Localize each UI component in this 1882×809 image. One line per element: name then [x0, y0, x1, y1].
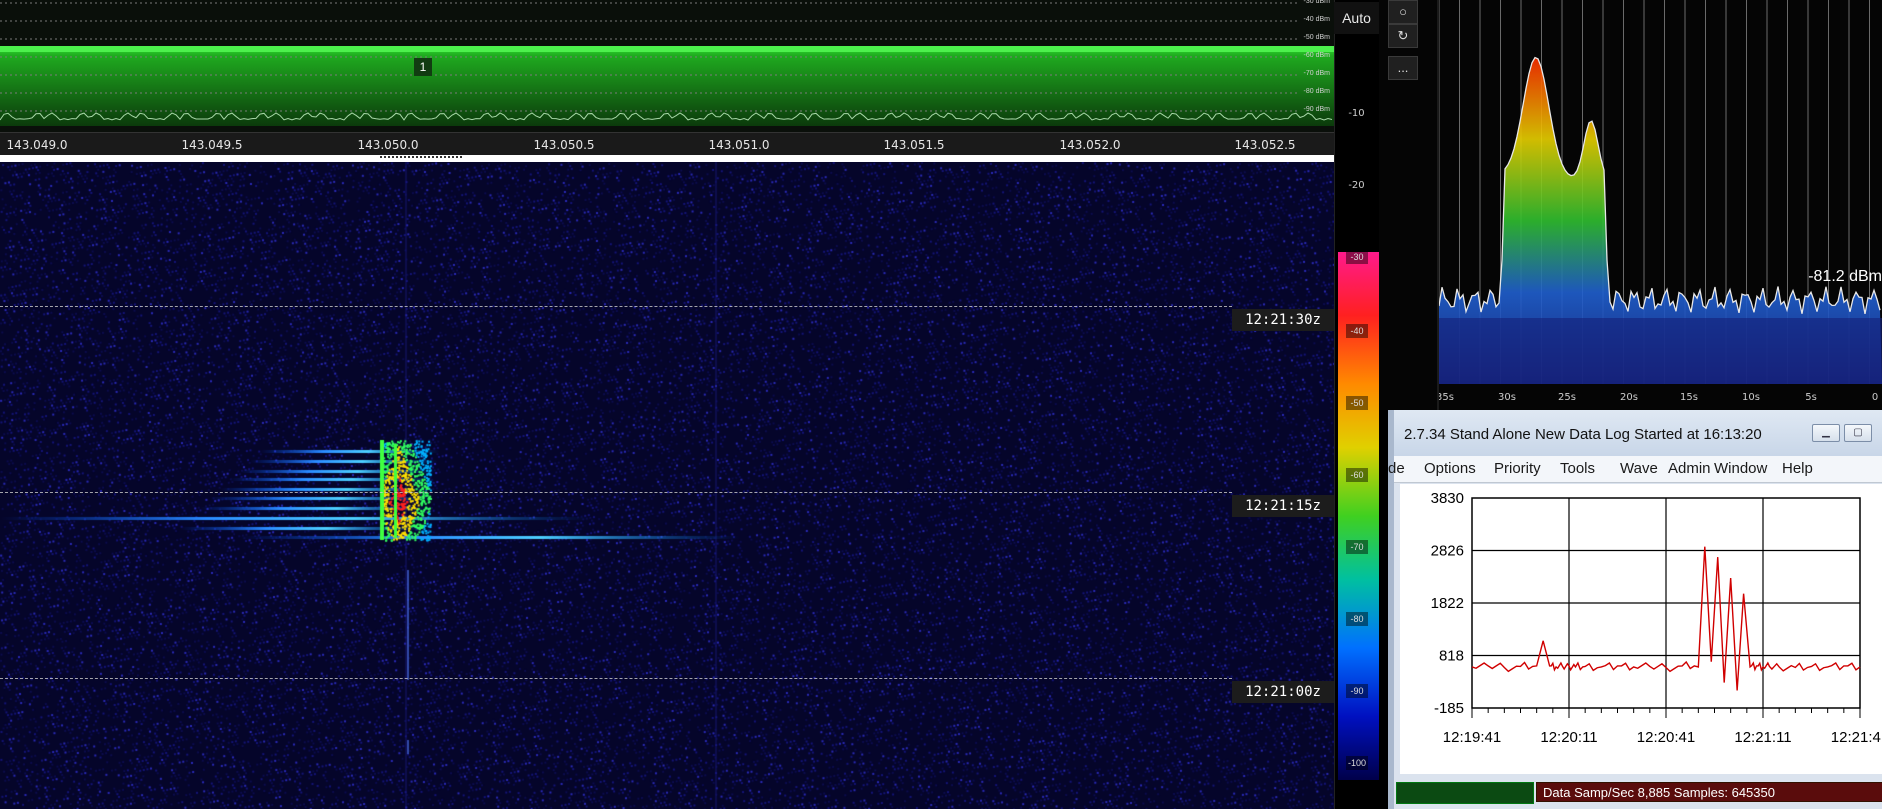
dbm-label: -30 dBm — [1303, 0, 1330, 5]
logger-chart-svg: 3830 2826 1822 818 -185 12:19:41 12:20:11 12:20… — [1431, 490, 1882, 746]
minimize-button[interactable]: ▁ — [1812, 424, 1840, 442]
scale-tick-label: -40 — [1346, 324, 1368, 338]
status-samples: Data Samp/Sec 8,885 Samples: 645350 — [1536, 782, 1882, 802]
scope-x-tick: 30s — [1498, 392, 1516, 403]
scale-tick-label: -10 — [1348, 108, 1365, 119]
frequency-axis: 143.049.0 143.049.5 143.050.0 143.050.5 143.… — [0, 132, 1334, 155]
dbm-label: -70 dBm — [1303, 70, 1330, 77]
logger-menubar: de Options Priority Tools Wave Admin Window Hel… — [1388, 456, 1882, 483]
dbm-label: -80 dBm — [1303, 88, 1330, 95]
scale-tick-label: -80 — [1346, 612, 1368, 626]
time-marker-label: 12:21:15z — [1232, 495, 1334, 517]
scale-tick-label: -70 — [1346, 540, 1368, 554]
menu-item-window[interactable]: Window — [1714, 460, 1767, 477]
menu-item-help[interactable]: Help — [1782, 460, 1813, 477]
freq-tick-label: 143.052.0 — [1059, 138, 1121, 152]
data-logger-window[interactable]: 2.7.34 Stand Alone New Data Log Started … — [1388, 410, 1882, 809]
level-readout: -81.2 dBm — [1808, 268, 1882, 285]
freq-tick-label: 143.051.0 — [708, 138, 770, 152]
scope-x-tick: 35s — [1439, 392, 1454, 403]
scope-x-tick: 25s — [1558, 392, 1576, 403]
logger-titlebar[interactable]: 2.7.34 Stand Alone New Data Log Started … — [1394, 410, 1882, 456]
scope-x-tick: 20s — [1620, 392, 1638, 403]
scale-tick-label: -100 — [1346, 756, 1368, 770]
scale-tick-label: -60 — [1346, 468, 1368, 482]
waterfall-display[interactable]: 12:21:30z 12:21:15z 12:21:00z — [0, 162, 1334, 809]
dbm-label: -90 dBm — [1303, 106, 1330, 113]
spectrum-panel[interactable]: 1 -30 dBm -40 dBm -50 dBm -60 dBm -70 dBm -80… — [0, 0, 1334, 132]
refresh-icon[interactable]: ↻ — [1388, 24, 1418, 48]
logger-statusbar: Data Samp/Sec 8,885 Samples: 645350 — [1394, 774, 1882, 809]
scope-x-tick: 0 — [1872, 392, 1878, 403]
status-left-panel — [1396, 782, 1534, 804]
more-button[interactable]: ... — [1388, 56, 1418, 80]
freq-tick-label: 143.050.0 — [357, 138, 419, 152]
x-tick-label: 12:21:41 — [1831, 729, 1882, 746]
y-tick-label: 2826 — [1431, 543, 1464, 560]
x-tick-label: 12:20:11 — [1540, 729, 1597, 746]
marker-1[interactable]: 1 — [414, 58, 432, 76]
signal-history-scope[interactable]: 35s 30s 25s 20s 15s 10s 5s 0 -81.2 dBm — [1436, 0, 1882, 410]
scope-x-tick: 10s — [1742, 392, 1760, 403]
time-marker-label: 12:21:30z — [1232, 309, 1334, 331]
maximize-button[interactable]: ▢ — [1844, 424, 1872, 442]
scale-tick-label: -20 — [1348, 180, 1365, 191]
auto-scale-button[interactable]: Auto — [1334, 2, 1379, 34]
freq-tick-label: 143.049.5 — [181, 138, 243, 152]
time-marker-line — [0, 306, 1232, 307]
time-marker-label: 12:21:00z — [1232, 681, 1334, 703]
dbm-label: -60 dBm — [1303, 52, 1330, 59]
scope-plot: 35s 30s 25s 20s 15s 10s 5s 0 — [1436, 0, 1882, 403]
spectrum-plot — [0, 2, 1334, 126]
passband-indicator[interactable] — [380, 156, 462, 158]
menu-item-admin[interactable]: Admin — [1668, 460, 1711, 477]
logger-title: 2.7.34 Stand Alone New Data Log Started … — [1404, 426, 1762, 443]
time-marker-line — [0, 678, 1232, 679]
menu-item-wave[interactable]: Wave — [1620, 460, 1658, 477]
scale-tick-label: -50 — [1346, 396, 1368, 410]
freq-tick-label: 143.052.5 — [1234, 138, 1296, 152]
freq-tick-label: 143.049.0 — [6, 138, 68, 152]
scale-tick-label: -30 — [1346, 250, 1368, 264]
menu-item-priority[interactable]: Priority — [1494, 460, 1541, 477]
separator — [0, 155, 1334, 162]
waterfall-canvas — [0, 162, 1334, 809]
y-tick-label: 818 — [1439, 648, 1464, 665]
y-tick-label: -185 — [1434, 700, 1464, 717]
x-tick-label: 12:21:11 — [1734, 729, 1791, 746]
dbm-label: -40 dBm — [1303, 16, 1330, 23]
x-tick-label: 12:19:41 — [1443, 729, 1501, 746]
menu-item-de[interactable]: de — [1388, 460, 1405, 477]
x-tick-label: 12:20:41 — [1637, 729, 1695, 746]
y-tick-label: 1822 — [1431, 595, 1464, 612]
dbm-label: -50 dBm — [1303, 34, 1330, 41]
record-button[interactable]: ○ — [1388, 0, 1418, 24]
scope-x-tick: 15s — [1680, 392, 1698, 403]
logger-chart: 3830 2826 1822 818 -185 12:19:41 12:20:11 12:20… — [1400, 484, 1882, 774]
scope-x-tick: 5s — [1805, 392, 1817, 403]
freq-tick-label: 143.050.5 — [533, 138, 595, 152]
y-tick-label: 3830 — [1431, 490, 1464, 507]
menu-item-tools[interactable]: Tools — [1560, 460, 1595, 477]
menu-item-options[interactable]: Options — [1424, 460, 1476, 477]
freq-tick-label: 143.051.5 — [883, 138, 945, 152]
time-marker-line — [0, 492, 1232, 493]
scale-tick-label: -90 — [1346, 684, 1368, 698]
